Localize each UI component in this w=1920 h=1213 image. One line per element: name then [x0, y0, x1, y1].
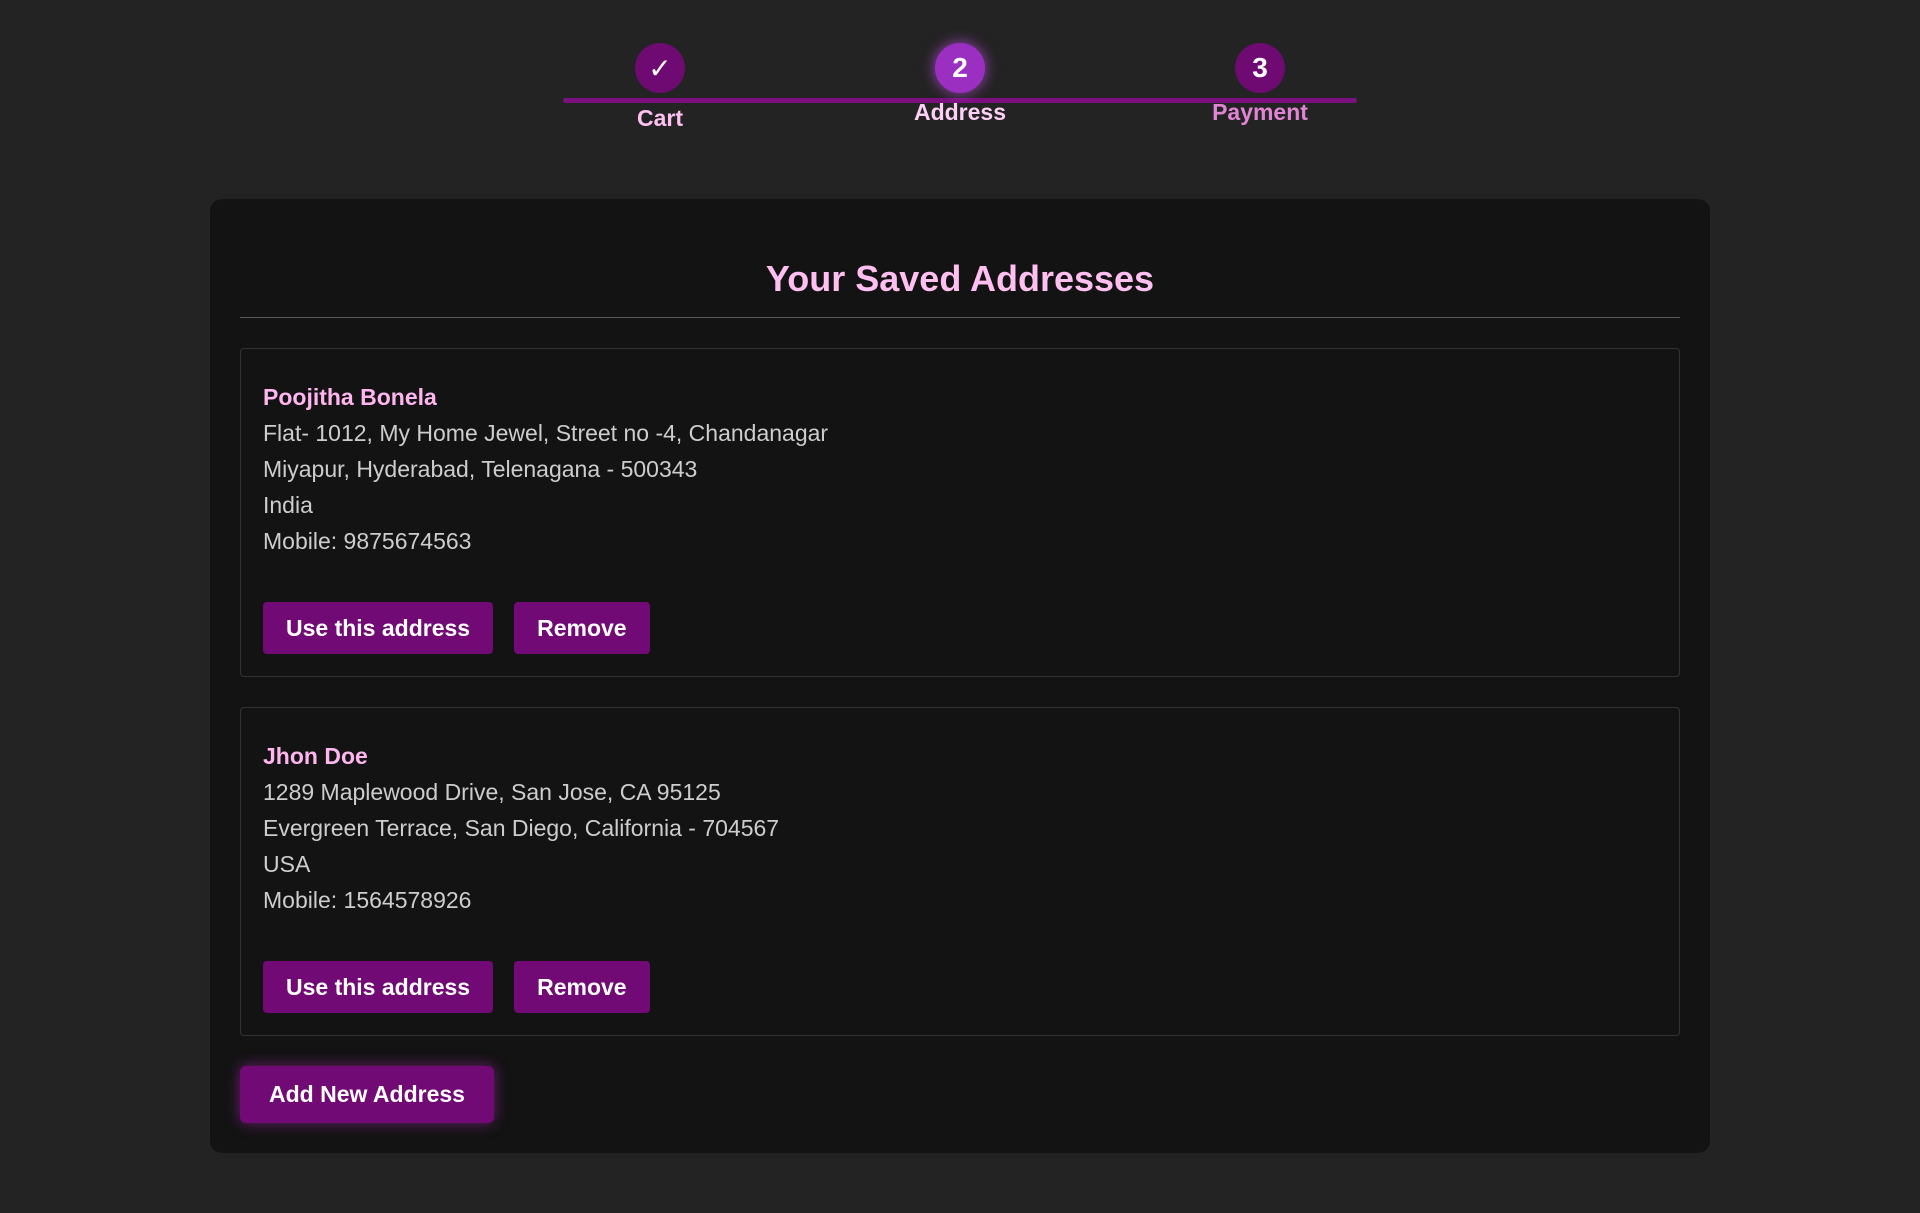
address-name: Jhon Doe [263, 743, 368, 769]
address-line-1: 1289 Maplewood Drive, San Jose, CA 95125 [263, 779, 721, 805]
address-country: USA [263, 851, 311, 877]
step-payment-label: Payment [1212, 99, 1308, 125]
remove-address-button[interactable]: Remove [514, 961, 650, 1013]
address-line-2: Miyapur, Hyderabad, Telenagana - 500343 [263, 456, 698, 482]
add-new-address-button[interactable]: Add New Address [240, 1066, 494, 1123]
address-country: India [263, 492, 313, 518]
address-mobile: Mobile: 1564578926 [263, 887, 472, 913]
use-address-button[interactable]: Use this address [263, 961, 494, 1013]
address-actions: Use this address Remove [263, 961, 1657, 1013]
saved-addresses-card: Your Saved Addresses Poojitha Bonela Fla… [210, 199, 1710, 1153]
address-line-2: Evergreen Terrace, San Diego, California… [263, 815, 780, 841]
step-cart-label: Cart [636, 105, 683, 131]
address-mobile: Mobile: 9875674563 [263, 528, 472, 554]
checkout-stepper: ✓ Cart 2 Address 3 Payment [563, 40, 1357, 150]
page-title: Your Saved Addresses [765, 258, 1155, 299]
address-actions: Use this address Remove [263, 602, 1657, 654]
address-card: Poojitha Bonela Flat- 1012, My Home Jewe… [240, 348, 1680, 677]
checkmark-icon: ✓ [635, 43, 685, 93]
title-divider [240, 317, 1680, 318]
step-cart[interactable]: ✓ Cart [600, 43, 720, 132]
remove-address-button[interactable]: Remove [514, 602, 650, 654]
step-address-label: Address [913, 99, 1007, 125]
step-address-number: 2 [935, 43, 985, 93]
step-address[interactable]: 2 Address [900, 43, 1020, 126]
address-line-1: Flat- 1012, My Home Jewel, Street no -4,… [263, 420, 829, 446]
step-payment[interactable]: 3 Payment [1200, 43, 1320, 126]
address-card: Jhon Doe 1289 Maplewood Drive, San Jose,… [240, 707, 1680, 1036]
address-name: Poojitha Bonela [263, 384, 437, 410]
step-payment-number: 3 [1235, 43, 1285, 93]
use-address-button[interactable]: Use this address [263, 602, 494, 654]
